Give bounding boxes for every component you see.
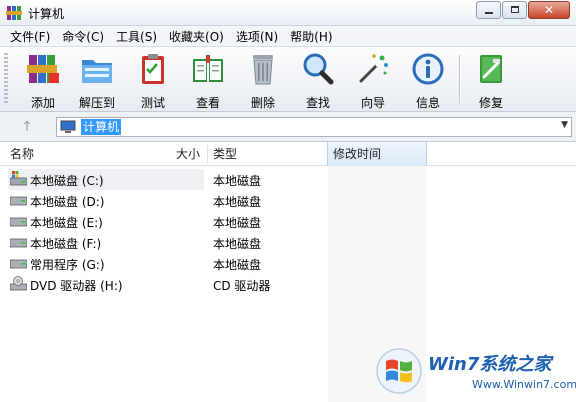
computer-icon — [60, 120, 76, 133]
menu-command[interactable]: 命令(C) — [56, 28, 110, 45]
info-icon — [412, 53, 444, 85]
close-button[interactable]: ✕ — [528, 1, 570, 19]
window-controls: ✕ — [475, 1, 570, 19]
winrar-app-icon[interactable] — [6, 5, 22, 21]
menu-file[interactable]: 文件(F) — [4, 28, 56, 45]
delete-label: 删除 — [250, 96, 275, 110]
menu-tools[interactable]: 工具(S) — [110, 28, 163, 45]
drive-name: 本地磁盘 (E:) — [30, 216, 103, 230]
wizard-button[interactable]: 向导 — [349, 51, 397, 110]
wizard-label: 向导 — [360, 96, 385, 110]
drive-name: DVD 驱动器 (H:) — [30, 279, 123, 293]
menu-favorites[interactable]: 收藏夹(O) — [163, 28, 230, 45]
test-clipboard-icon — [142, 54, 164, 84]
name-cell: 常用程序 (G:) — [8, 253, 204, 274]
list-item[interactable]: 本地磁盘 (E:) 本地磁盘 — [0, 211, 576, 232]
list-item[interactable]: 常用程序 (G:) 本地磁盘 — [0, 253, 576, 274]
drive-type: 本地磁盘 — [213, 195, 262, 209]
magnifier-icon — [303, 53, 334, 85]
name-cell: 本地磁盘 (E:) — [8, 211, 204, 232]
view-label: 查看 — [195, 96, 220, 110]
find-button[interactable]: 查找 — [294, 51, 342, 110]
menu-help[interactable]: 帮助(H) — [284, 28, 338, 45]
list-item[interactable]: DVD 驱动器 (H:) CD 驱动器 — [0, 274, 576, 295]
test-button[interactable]: 测试 — [129, 51, 177, 110]
name-cell: 本地磁盘 (F:) — [8, 232, 204, 253]
watermark-url: Www.Winwin7.com — [472, 378, 576, 391]
drive-name: 本地磁盘 (F:) — [30, 237, 102, 251]
maximize-icon — [511, 6, 519, 13]
info-button[interactable]: 信息 — [404, 51, 452, 110]
watermark-brand: Win7系统之家 — [428, 354, 552, 375]
watermark: Win7系统之家 Www.Winwin7.com — [376, 346, 576, 398]
delete-button[interactable]: 删除 — [239, 51, 287, 110]
drive-type: 本地磁盘 — [213, 237, 262, 251]
hard-drive-icon — [10, 196, 27, 206]
add-label: 添加 — [30, 96, 55, 110]
arrow-up-icon: ↑ — [21, 119, 33, 135]
wizard-wand-icon — [359, 54, 388, 83]
toolbar: 添加 解压到 测试 查看 删除 查找 向导 信息 修复 — [0, 46, 576, 112]
toolbar-separator — [459, 55, 460, 103]
view-button[interactable]: 查看 — [184, 51, 232, 110]
drive-type: 本地磁盘 — [213, 174, 262, 188]
find-label: 查找 — [305, 96, 330, 110]
column-header-modified[interactable]: 修改时间 — [327, 142, 427, 166]
extract-to-button[interactable]: 解压到 — [73, 51, 121, 110]
drive-type: 本地磁盘 — [213, 216, 262, 230]
toolbar-grip[interactable] — [4, 53, 8, 105]
name-cell: DVD 驱动器 (H:) — [8, 274, 204, 295]
list-item[interactable]: 本地磁盘 (C:) 本地磁盘 — [0, 169, 576, 190]
drive-type: CD 驱动器 — [213, 279, 271, 293]
column-header-type[interactable]: 类型 — [213, 142, 237, 166]
list-item[interactable]: 本地磁盘 (F:) 本地磁盘 — [0, 232, 576, 253]
minimize-button[interactable] — [476, 1, 501, 19]
drive-type: 本地磁盘 — [213, 258, 262, 272]
dropdown-arrow-icon[interactable]: ▼ — [561, 120, 568, 130]
hard-drive-icon — [10, 238, 27, 248]
column-header-name[interactable]: 名称 — [10, 142, 34, 166]
drive-name: 本地磁盘 (D:) — [30, 195, 105, 209]
title-bar: 计算机 ✕ — [0, 0, 576, 26]
system-drive-icon — [10, 171, 27, 186]
add-archive-icon — [27, 55, 59, 83]
trash-icon — [253, 55, 273, 85]
close-icon: ✕ — [543, 3, 555, 17]
extract-folder-icon — [82, 60, 112, 83]
menu-options[interactable]: 选项(N) — [230, 28, 284, 45]
repair-icon — [480, 55, 502, 83]
name-cell: 本地磁盘 (C:) — [8, 169, 204, 190]
window-title: 计算机 — [28, 7, 65, 21]
column-header-size[interactable]: 大小 — [176, 142, 200, 166]
column-divider[interactable] — [207, 145, 208, 163]
minimize-icon — [485, 12, 493, 14]
address-bar: ↑ 计算机 ▼ — [0, 112, 576, 142]
list-item[interactable]: 本地磁盘 (D:) 本地磁盘 — [0, 190, 576, 211]
info-label: 信息 — [415, 96, 440, 110]
windows-logo-icon — [376, 348, 422, 394]
address-combobox[interactable]: 计算机 ▼ — [56, 117, 572, 137]
up-folder-button[interactable]: ↑ — [17, 117, 37, 137]
maximize-button[interactable] — [502, 1, 527, 19]
drive-name: 常用程序 (G:) — [30, 258, 105, 272]
name-cell: 本地磁盘 (D:) — [8, 190, 204, 211]
repair-button[interactable]: 修复 — [467, 51, 515, 110]
extract-to-label: 解压到 — [78, 96, 115, 110]
drive-name: 本地磁盘 (C:) — [30, 174, 104, 188]
test-label: 测试 — [140, 96, 165, 110]
list-header: 名称 大小 类型 修改时间 — [0, 142, 576, 166]
add-button[interactable]: 添加 — [19, 51, 67, 110]
menu-bar: 文件(F) 命令(C) 工具(S) 收藏夹(O) 选项(N) 帮助(H) — [0, 26, 576, 46]
repair-label: 修复 — [478, 96, 503, 110]
dvd-drive-icon — [10, 276, 27, 291]
address-value[interactable]: 计算机 — [81, 119, 122, 135]
hard-drive-icon — [10, 217, 27, 227]
view-book-icon — [193, 55, 223, 82]
hard-drive-icon — [10, 259, 27, 269]
